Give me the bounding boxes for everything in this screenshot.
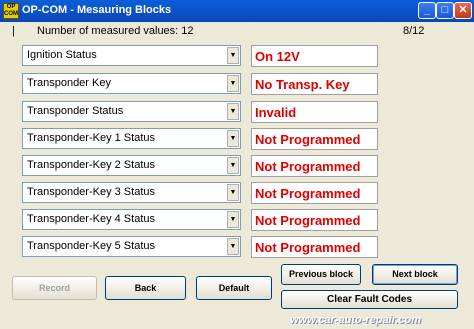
measure-value-8: Not Programmed [251,236,378,258]
measure-value-text: On 12V [255,49,300,64]
clear-fault-codes-button[interactable]: Clear Fault Codes [281,290,458,309]
measure-value-4: Not Programmed [251,128,378,150]
title-bar[interactable]: OP COM OP-COM - Mesauring Blocks _ □ ✕ [0,0,474,22]
measured-values-count: Number of measured values: 12 [37,25,194,37]
measure-select-8[interactable]: Transponder-Key 5 Status ▼ [22,236,241,257]
status-header: | Number of measured values: 12 8/12 [0,23,474,39]
measure-select-7[interactable]: Transponder-Key 4 Status ▼ [22,209,241,230]
measure-select-label: Ignition Status [27,49,97,61]
measure-select-2[interactable]: Transponder Key ▼ [22,73,241,94]
measure-select-label: Transponder-Key 2 Status [27,159,155,171]
measure-select-label: Transponder-Key 5 Status [27,240,155,252]
status-indicator: | [12,25,15,37]
measure-select-5[interactable]: Transponder-Key 2 Status ▼ [22,155,241,176]
chevron-down-icon[interactable]: ▼ [227,157,239,174]
chevron-down-icon[interactable]: ▼ [227,238,239,255]
measure-select-label: Transponder-Key 3 Status [27,186,155,198]
opcom-app-icon: OP COM [3,3,19,19]
measure-select-1[interactable]: Ignition Status ▼ [22,45,241,66]
measure-value-text: Not Programmed [255,159,361,174]
back-button[interactable]: Back [105,276,186,300]
measure-value-text: Not Programmed [255,186,361,201]
measure-value-text: Invalid [255,105,297,120]
chevron-down-icon[interactable]: ▼ [227,130,239,147]
measure-select-label: Transponder Key [27,77,111,89]
measure-select-label: Transponder-Key 1 Status [27,132,155,144]
chevron-down-icon[interactable]: ▼ [227,184,239,201]
minimize-button[interactable]: _ [418,2,436,19]
site-watermark: www.car-auto-repair.com [290,314,422,326]
measure-select-3[interactable]: Transponder Status ▼ [22,101,241,122]
next-block-button[interactable]: Next block [372,264,458,285]
measure-value-6: Not Programmed [251,182,378,204]
chevron-down-icon[interactable]: ▼ [227,47,239,64]
measure-value-1: On 12V [251,45,378,67]
measure-value-2: No Transp. Key [251,73,378,95]
window-title: OP-COM - Mesauring Blocks [22,4,172,16]
chevron-down-icon[interactable]: ▼ [227,103,239,120]
measure-value-text: Not Programmed [255,240,361,255]
measure-select-4[interactable]: Transponder-Key 1 Status ▼ [22,128,241,149]
record-button[interactable]: Record [12,276,97,300]
chevron-down-icon[interactable]: ▼ [227,211,239,228]
measure-value-text: Not Programmed [255,132,361,147]
maximize-button[interactable]: □ [436,2,454,19]
measure-value-text: No Transp. Key [255,77,350,92]
chevron-down-icon[interactable]: ▼ [227,75,239,92]
measure-select-label: Transponder Status [27,105,124,117]
measure-select-6[interactable]: Transponder-Key 3 Status ▼ [22,182,241,203]
block-page-indicator: 8/12 [403,25,425,37]
measure-value-7: Not Programmed [251,209,378,231]
measure-value-text: Not Programmed [255,213,361,228]
measure-value-3: Invalid [251,101,378,123]
close-button[interactable]: ✕ [454,2,472,19]
previous-block-button[interactable]: Previous block [281,264,361,285]
measure-value-5: Not Programmed [251,155,378,177]
default-button[interactable]: Default [196,276,272,300]
measure-select-label: Transponder-Key 4 Status [27,213,155,225]
